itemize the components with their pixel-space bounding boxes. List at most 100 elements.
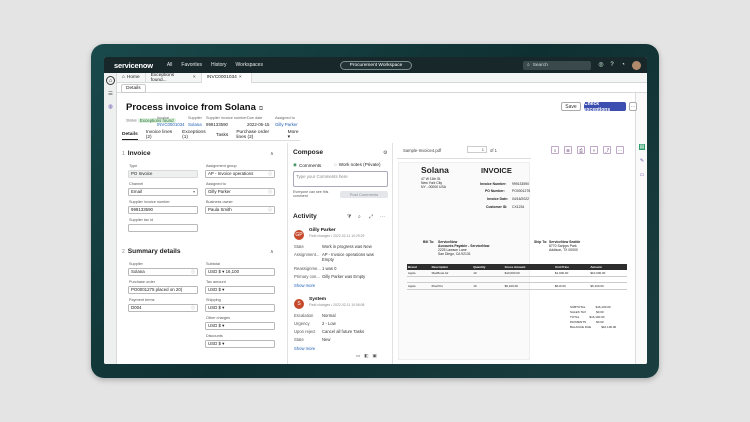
more-actions-button[interactable]: ⋯ — [629, 102, 637, 111]
comments-tab[interactable]: ◉ Comments — [293, 162, 321, 168]
work-notes-tab[interactable]: ◌ Work notes (Private) — [334, 162, 381, 167]
collapse-icon[interactable]: ∧ — [270, 249, 274, 255]
print-icon[interactable]: ⎙ — [577, 146, 585, 154]
filter-icon[interactable]: ⧩ — [347, 214, 351, 220]
total-row: PAYMENTS $0.00 — [570, 320, 604, 324]
supplier-tax-id-field[interactable] — [128, 224, 198, 232]
meta-due-date: Due date 2022-05-15 — [247, 116, 269, 127]
open-external-icon[interactable]: ⤴ — [603, 146, 611, 154]
user-avatar[interactable] — [632, 60, 641, 70]
analytics-icon[interactable]: ◍ — [106, 103, 115, 112]
shipping-field[interactable]: USD $ ▾ — [205, 304, 275, 312]
copy-icon[interactable]: ⧉ — [259, 106, 263, 112]
supplier-invoice-number-field[interactable]: 999133590 — [128, 206, 198, 214]
invoice-info-label: PO Number: — [485, 189, 505, 193]
form-tab-exceptions[interactable]: Exceptions (1) — [182, 130, 208, 142]
form-tab-po-lines[interactable]: Purchase order lines (2) — [236, 130, 279, 142]
tax-amount-field[interactable]: USD $ ▾ — [205, 286, 275, 294]
tab-invoice[interactable]: INVC0001034 × — [201, 72, 252, 83]
form-tab-details[interactable]: Details — [122, 132, 138, 140]
home-icon[interactable]: ⌂ — [106, 76, 115, 85]
assignment-group-field[interactable]: AP - Invoice operations ⓘ — [205, 170, 275, 178]
business-owner-field[interactable]: Paula Smith ⓘ — [205, 206, 275, 214]
close-icon[interactable]: × — [193, 75, 196, 80]
info-icon[interactable]: ⓘ — [268, 171, 272, 177]
tab-invoice-label: INVC0001034 — [206, 75, 237, 80]
assigned-to-field[interactable]: Gilly Parker ⓘ — [205, 188, 275, 196]
full-view-icon[interactable]: ▣ — [373, 353, 377, 359]
supplier-value: Solana — [131, 269, 145, 275]
save-button[interactable]: Save — [561, 102, 581, 111]
activity-meta: Field changes • 2022-02-11 10:29:29 — [309, 234, 365, 238]
pdf-toolbar: Sample-Invoice4.pdf 1 of 1 — [397, 143, 531, 159]
notifications-icon[interactable]: ◔ — [619, 61, 627, 69]
total-row: SALES TAX $0.00 — [570, 310, 604, 314]
activity-field-value: Cancel all future Tasks — [322, 329, 365, 334]
supplier-label: Supplier — [129, 262, 143, 266]
more-icon[interactable]: ⋯ — [616, 146, 624, 154]
zoom-icon[interactable]: ⊕ — [564, 146, 572, 154]
other-charges-field[interactable]: USD $ ▾ — [205, 322, 275, 330]
invoice-info-value: 04/16/2022 — [512, 197, 529, 201]
channel-select[interactable]: Email ▾ — [128, 188, 198, 196]
post-comments-button[interactable]: Post Comments — [340, 191, 388, 198]
tab-home[interactable]: ⌂ Home — [117, 72, 146, 83]
show-more-link[interactable]: Show more — [294, 346, 315, 351]
close-icon[interactable]: × — [590, 146, 598, 154]
edit-icon[interactable]: ✎ — [639, 158, 645, 164]
top-navigation: servicenow All Favorites History Workspa… — [104, 57, 647, 73]
more-icon[interactable]: ⋯ — [380, 214, 385, 220]
info-icon[interactable]: ⓘ — [268, 189, 272, 195]
split-view-icon[interactable]: ◧ — [364, 353, 368, 359]
global-search[interactable]: ⌕ Search — [523, 60, 591, 70]
tab-details[interactable]: Details — [121, 84, 146, 93]
supplier-field[interactable]: Solana ⓘ — [128, 268, 198, 276]
info-icon[interactable]: ⓘ — [191, 269, 195, 275]
comment-input[interactable]: Type your Comments here — [293, 171, 388, 187]
nav-favorites[interactable]: Favorites — [181, 62, 202, 68]
page-number-input[interactable]: 1 — [467, 146, 487, 153]
supplier-link[interactable]: Solana — [188, 122, 202, 127]
collapse-icon[interactable]: ∧ — [270, 151, 274, 157]
nav-workspaces[interactable]: Workspaces — [236, 62, 263, 68]
servicenow-logo[interactable]: servicenow — [114, 61, 153, 70]
section-number: 1 — [122, 151, 125, 157]
meta-supplier: Supplier Solana — [188, 116, 202, 127]
invoice-info-value: CX1234 — [512, 205, 525, 209]
tab-exceptions-label: Exceptions found... — [150, 72, 175, 83]
note-icon[interactable]: ▭ — [639, 172, 645, 178]
expand-icon[interactable]: ⤢ — [369, 214, 373, 220]
total-value: $16,100.00 — [595, 305, 611, 309]
search-icon[interactable]: ⌕ — [358, 214, 361, 220]
info-icon[interactable]: ⓘ — [268, 207, 272, 213]
settings-icon[interactable]: ⚙ — [383, 150, 387, 156]
invoice-number-link[interactable]: INVC0001034 — [157, 122, 185, 127]
document-icon[interactable]: ▤ — [639, 144, 645, 150]
shipping-value: USD $ ▾ — [208, 304, 225, 310]
assigned-to-link[interactable]: Gilly Parker — [275, 122, 298, 127]
form-tab-tasks[interactable]: Tasks — [216, 133, 228, 140]
pdf-page — [398, 162, 530, 360]
help-icon[interactable]: ? — [608, 61, 616, 69]
subtotal-field[interactable]: USD $ ▾ 16,100 — [205, 268, 275, 276]
form-tab-invoice-lines[interactable]: Invoice lines (2) — [146, 130, 174, 142]
globe-icon[interactable]: ◎ — [597, 61, 605, 69]
info-icon[interactable]: ⓘ — [191, 305, 195, 311]
workspace-switcher[interactable]: Procurement Workspace — [340, 60, 412, 70]
layout-icon[interactable]: ▭ — [356, 353, 360, 359]
nav-history[interactable]: History — [211, 62, 227, 68]
close-icon[interactable]: × — [239, 75, 242, 80]
discounts-field[interactable]: USD $ ▾ — [205, 340, 275, 348]
purchase-order-field[interactable]: PO0001275 placed on 20( — [128, 286, 198, 294]
payment-terms-field[interactable]: D004 ⓘ — [128, 304, 198, 312]
check-exceptions-button[interactable]: Check exceptions — [584, 101, 626, 113]
form-tab-more[interactable]: More ▾ — [288, 130, 300, 142]
total-row: SUBTOTAL $16,100.00 — [570, 305, 611, 309]
nav-all[interactable]: All — [167, 62, 173, 68]
list-icon[interactable]: ☰ — [106, 90, 115, 99]
tab-exceptions[interactable]: Exceptions found... × — [146, 72, 202, 83]
ship-to-label: Ship To: — [534, 240, 548, 244]
download-icon[interactable]: ⭳ — [551, 146, 559, 154]
workspace-tabs: ⌂ Home Exceptions found... × INVC0001034… — [117, 72, 647, 83]
show-more-link[interactable]: Show more — [294, 283, 315, 288]
